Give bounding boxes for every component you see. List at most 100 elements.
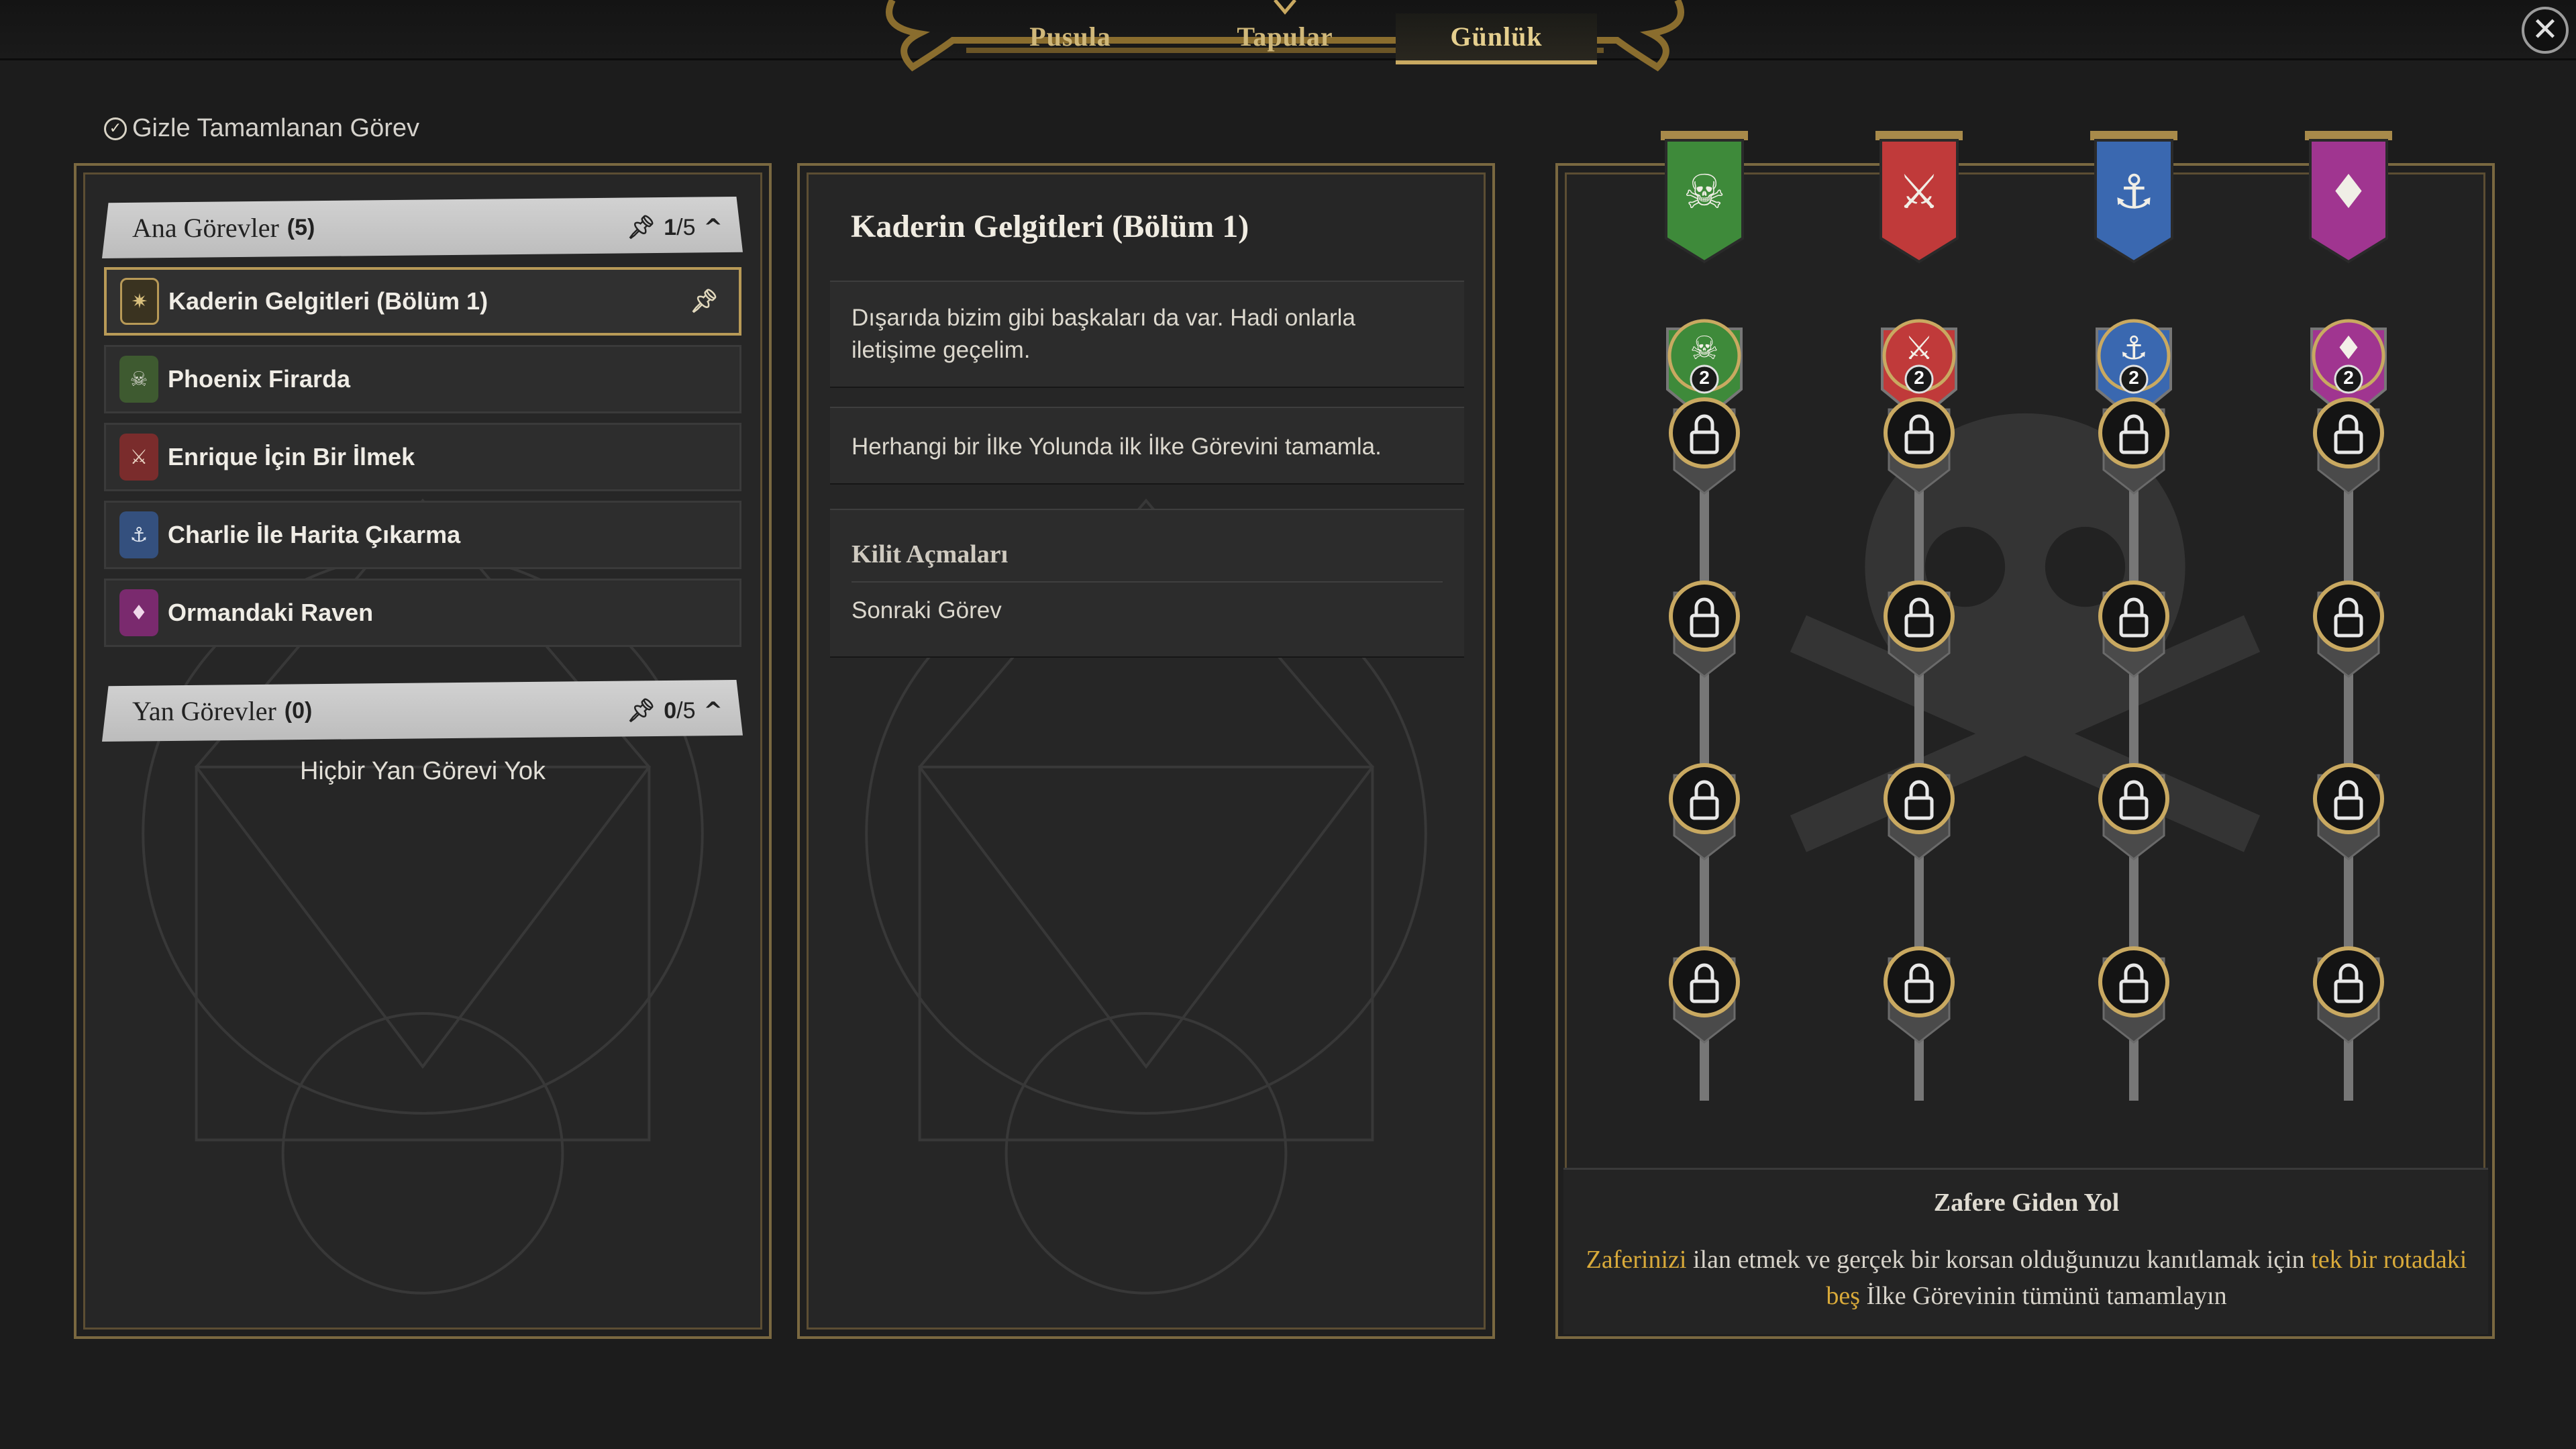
- path-info-text: İlke Görevinin tümünü tamamlayın: [1859, 1282, 2227, 1310]
- svg-text:⚓: ⚓: [2119, 330, 2148, 367]
- locked-quest-node: [2090, 383, 2177, 495]
- quest-item-label: Kaderin Gelgitleri (Bölüm 1): [168, 287, 488, 315]
- svg-text:⚔: ⚔: [1904, 330, 1933, 367]
- compass-emblem-icon: ✷: [120, 278, 159, 325]
- lock-icon: [2098, 946, 2169, 1044]
- skull-emblem-icon: ☠: [119, 356, 158, 403]
- locked-quest-node: [2305, 383, 2392, 495]
- close-icon: ✕: [2531, 11, 2559, 48]
- locked-quest-node: [2305, 932, 2392, 1044]
- quest-item-label: Enrique İçin Bir İlmek: [168, 443, 415, 470]
- locked-quest-node: [1661, 932, 1748, 1044]
- crossed-swords-flag-icon: ⚔: [1875, 131, 1963, 268]
- svg-text:☠: ☠: [1690, 330, 1718, 367]
- tab-tapular[interactable]: Tapular: [1184, 13, 1386, 64]
- unlocks-title: Kilit Açmaları: [852, 540, 1009, 568]
- anchor-flag-icon: ⚓: [2090, 131, 2177, 268]
- path-info-title: Zafere Giden Yol: [1933, 1189, 2120, 1217]
- lock-icon: [2313, 581, 2384, 678]
- locked-quest-node: [1661, 748, 1748, 860]
- path-info-highlight: Zaferinizi: [1586, 1246, 1687, 1274]
- main-quests-title: Ana Görevler: [132, 212, 279, 243]
- lock-icon: [1669, 763, 1740, 860]
- anchor-emblem-icon: ⚓: [119, 511, 158, 558]
- quest-item-charlie[interactable]: ⚓ Charlie İle Harita Çıkarma: [104, 501, 741, 569]
- tab-gunluk[interactable]: Günlük: [1396, 13, 1597, 64]
- main-quests-count: (5): [287, 214, 315, 240]
- locked-quest-node: [1661, 383, 1748, 495]
- gem-emblem-icon: ♦: [119, 589, 158, 636]
- pin-icon: 📌︎: [627, 697, 656, 724]
- lock-icon: [1884, 946, 1955, 1044]
- quest-item-kaderin-gelgitleri[interactable]: ✷ Kaderin Gelgitleri (Bölüm 1) 📌︎: [104, 267, 741, 336]
- side-quests-total: /5: [676, 697, 696, 723]
- locked-quest-node: [1661, 566, 1748, 678]
- side-quests-count: (0): [284, 697, 313, 723]
- hide-completed-label: Gizle Tamamlanan Görev: [132, 114, 420, 142]
- locked-quest-node: [1875, 932, 1963, 1044]
- side-quests-header[interactable]: Yan Görevler (0) 📌︎ 0/5 ^: [102, 680, 743, 742]
- pin-icon[interactable]: 📌︎: [690, 288, 719, 315]
- path-info-text: ilan etmek ve gerçek bir korsan olduğunu…: [1686, 1246, 2312, 1274]
- side-quests-pinned: 0: [664, 697, 677, 723]
- quest-unlocks: Kilit Açmaları Sonraki Görev: [830, 509, 1464, 658]
- quest-detail-title: Kaderin Gelgitleri (Bölüm 1): [851, 209, 1249, 244]
- locked-quest-node: [2090, 566, 2177, 678]
- no-side-quests-text: Hiçbir Yan Görevi Yok: [299, 757, 546, 785]
- svg-text:⚔: ⚔: [1898, 164, 1941, 219]
- quest-objective: Herhangi bir İlke Yolunda ilk İlke Görev…: [830, 407, 1464, 485]
- quest-item-label: Phoenix Firarda: [168, 365, 351, 393]
- quest-item-phoenix-firarda[interactable]: ☠ Phoenix Firarda: [104, 345, 741, 413]
- lock-icon: [1669, 397, 1740, 495]
- lock-icon: [2098, 397, 2169, 495]
- crossed-swords-emblem-icon: ⚔: [119, 434, 158, 481]
- panel-ornament: [142, 498, 704, 1295]
- tab-bar: Pusula Tapular Günlük: [866, 0, 1704, 72]
- main-quests-pinned: 1: [664, 214, 677, 240]
- path-info-description: Zaferinizi ilan etmek ve gerçek bir kors…: [1580, 1242, 2473, 1314]
- lock-icon: [1669, 946, 1740, 1044]
- chevron-up-icon: ^: [703, 214, 723, 241]
- lock-icon: [1884, 763, 1955, 860]
- quest-description: Dışarıda bizim gibi başkaları da var. Ha…: [830, 281, 1464, 388]
- lock-icon: [2098, 581, 2169, 678]
- quest-description-text: Dışarıda bizim gibi başkaları da var. Ha…: [852, 305, 1355, 363]
- lock-icon: [2313, 946, 2384, 1044]
- quest-item-label: Charlie İle Harita Çıkarma: [168, 521, 461, 548]
- locked-quest-node: [1875, 748, 1963, 860]
- lock-icon: [1884, 397, 1955, 495]
- quest-item-label: Ormandaki Raven: [168, 599, 374, 626]
- quest-item-raven[interactable]: ♦ Ormandaki Raven: [104, 579, 741, 647]
- main-quests-header[interactable]: Ana Görevler (5) 📌︎ 1/5 ^: [102, 197, 743, 258]
- unlocks-item: Sonraki Görev: [852, 597, 1002, 623]
- skull-flag-icon: ☠: [1661, 131, 1748, 268]
- svg-text:♦: ♦: [2328, 164, 2370, 219]
- quest-list-panel: [74, 163, 772, 1339]
- gem-flag-icon: ♦: [2305, 131, 2392, 268]
- close-button[interactable]: ✕: [2522, 7, 2569, 54]
- locked-quest-node: [2305, 566, 2392, 678]
- lock-icon: [1884, 581, 1955, 678]
- lock-icon: [1669, 581, 1740, 678]
- lock-icon: [2098, 763, 2169, 860]
- quest-objective-text: Herhangi bir İlke Yolunda ilk İlke Görev…: [852, 434, 1382, 460]
- svg-text:⚓: ⚓: [2113, 164, 2155, 219]
- locked-quest-node: [2090, 748, 2177, 860]
- locked-quest-node: [1875, 383, 1963, 495]
- chevron-up-icon: ^: [703, 697, 723, 724]
- locked-quest-node: [1875, 566, 1963, 678]
- unlocks-divider: [852, 581, 1443, 583]
- main-quests-total: /5: [676, 214, 696, 240]
- locked-quest-node: [2090, 932, 2177, 1044]
- quest-item-enrique[interactable]: ⚔ Enrique İçin Bir İlmek: [104, 423, 741, 491]
- side-quests-title: Yan Görevler: [132, 695, 276, 726]
- hide-completed-toggle[interactable]: ✓ Gizle Tamamlanan Görev: [104, 114, 419, 143]
- pin-icon: 📌︎: [627, 214, 656, 241]
- check-circle-icon: ✓: [104, 117, 127, 140]
- lock-icon: [2313, 763, 2384, 860]
- tab-pusula[interactable]: Pusula: [970, 13, 1171, 64]
- svg-text:♦: ♦: [2334, 330, 2363, 367]
- locked-quest-node: [2305, 748, 2392, 860]
- lock-icon: [2313, 397, 2384, 495]
- svg-text:☠: ☠: [1684, 164, 1726, 219]
